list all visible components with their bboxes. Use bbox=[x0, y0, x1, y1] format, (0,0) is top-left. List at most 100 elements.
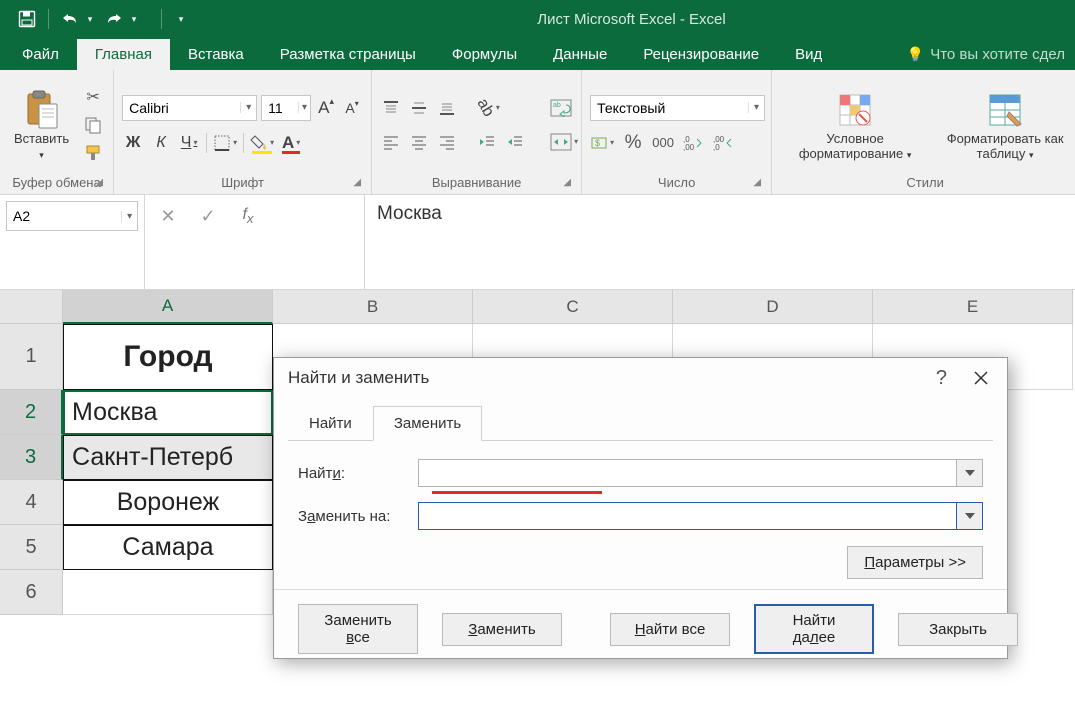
decrease-font-icon[interactable]: A▾ bbox=[341, 96, 363, 120]
find-all-button[interactable]: Найти все bbox=[610, 613, 730, 646]
find-input[interactable] bbox=[419, 460, 956, 486]
name-box[interactable]: ▾ bbox=[0, 195, 145, 289]
cell-a2[interactable]: Москва bbox=[63, 390, 273, 435]
col-header-b[interactable]: B bbox=[273, 290, 473, 324]
font-launcher-icon[interactable]: ◢ bbox=[353, 177, 361, 188]
tab-data[interactable]: Данные bbox=[535, 39, 625, 70]
chevron-down-icon[interactable]: ▾ bbox=[121, 211, 137, 222]
row-header-6[interactable]: 6 bbox=[0, 570, 63, 615]
tell-me-search[interactable]: 💡 Что вы хотите сдел bbox=[897, 39, 1075, 70]
increase-indent-icon[interactable] bbox=[504, 130, 526, 154]
chevron-down-icon[interactable]: ▾ bbox=[298, 102, 310, 113]
undo-dropdown-icon[interactable]: ▾ bbox=[83, 14, 97, 25]
tab-review[interactable]: Рецензирование bbox=[625, 39, 777, 70]
dialog-tab-find[interactable]: Найти bbox=[288, 406, 373, 441]
chevron-down-icon[interactable] bbox=[956, 503, 982, 529]
row-header-5[interactable]: 5 bbox=[0, 525, 63, 570]
font-size-input[interactable] bbox=[262, 100, 298, 116]
name-box-input[interactable] bbox=[7, 208, 121, 224]
font-size-combo[interactable]: ▾ bbox=[261, 95, 311, 121]
close-button[interactable]: Закрыть bbox=[898, 613, 1018, 646]
tab-page-layout[interactable]: Разметка страницы bbox=[262, 39, 434, 70]
title-bar: ▾ ▾ ▾ Лист Microsoft Excel - Excel bbox=[0, 0, 1075, 38]
col-header-e[interactable]: E bbox=[873, 290, 1073, 324]
wrap-text-icon[interactable]: ab bbox=[546, 96, 576, 120]
cell-a5[interactable]: Самара bbox=[63, 525, 273, 570]
orientation-icon[interactable]: ab▾ bbox=[476, 96, 500, 120]
cell-a6[interactable] bbox=[63, 570, 273, 615]
help-icon[interactable]: ? bbox=[936, 367, 947, 390]
row-header-1[interactable]: 1 bbox=[0, 324, 63, 390]
row-header-4[interactable]: 4 bbox=[0, 480, 63, 525]
row-header-2[interactable]: 2 bbox=[0, 390, 63, 435]
align-top-icon[interactable] bbox=[380, 96, 402, 120]
conditional-formatting-button[interactable]: Условное форматирование ▾ bbox=[780, 84, 930, 166]
options-button[interactable]: Параметры >> bbox=[847, 546, 983, 579]
qat-customize-icon[interactable]: ▾ bbox=[174, 14, 188, 25]
tab-home[interactable]: Главная bbox=[77, 39, 170, 70]
replace-all-button[interactable]: Заменить все bbox=[298, 604, 418, 654]
undo-icon[interactable] bbox=[55, 4, 85, 34]
align-bottom-icon[interactable] bbox=[436, 96, 458, 120]
cell-a3[interactable]: Сакнт-Петерб bbox=[63, 435, 273, 480]
chevron-down-icon[interactable]: ▾ bbox=[240, 102, 256, 113]
fx-icon[interactable]: fx bbox=[233, 201, 263, 231]
enter-formula-icon[interactable]: ✓ bbox=[193, 201, 223, 231]
align-left-icon[interactable] bbox=[380, 130, 402, 154]
col-header-c[interactable]: C bbox=[473, 290, 673, 324]
tab-formulas[interactable]: Формулы bbox=[434, 39, 535, 70]
copy-icon[interactable] bbox=[81, 113, 105, 137]
format-as-table-button[interactable]: Форматировать как таблицу ▾ bbox=[940, 84, 1070, 166]
borders-icon[interactable]: ▾ bbox=[213, 131, 237, 155]
cancel-formula-icon[interactable]: ✕ bbox=[153, 201, 183, 231]
font-name-combo[interactable]: ▾ bbox=[122, 95, 257, 121]
col-header-a[interactable]: A bbox=[63, 290, 273, 324]
chevron-down-icon[interactable]: ▾ bbox=[748, 102, 764, 113]
fill-color-icon[interactable]: ▾ bbox=[250, 131, 274, 155]
align-right-icon[interactable] bbox=[436, 130, 458, 154]
cell-a4[interactable]: Воронеж bbox=[63, 480, 273, 525]
chevron-down-icon[interactable] bbox=[956, 460, 982, 486]
replace-input[interactable] bbox=[419, 503, 956, 529]
tab-file[interactable]: Файл bbox=[4, 39, 77, 70]
dialog-tab-replace[interactable]: Заменить bbox=[373, 406, 482, 441]
format-painter-icon[interactable] bbox=[81, 141, 105, 165]
align-center-icon[interactable] bbox=[408, 130, 430, 154]
font-color-icon[interactable]: А ▾ bbox=[280, 131, 302, 155]
redo-dropdown-icon[interactable]: ▾ bbox=[127, 14, 141, 25]
close-icon[interactable] bbox=[969, 366, 993, 390]
find-next-button[interactable]: Найти далее bbox=[754, 604, 874, 654]
clipboard-launcher-icon[interactable]: ◢ bbox=[95, 177, 103, 188]
merge-cells-icon[interactable]: ▾ bbox=[546, 130, 582, 154]
bold-button[interactable]: Ж bbox=[122, 131, 144, 155]
replace-button[interactable]: Заменить bbox=[442, 613, 562, 646]
comma-format-icon[interactable]: 000 bbox=[652, 131, 674, 155]
redo-icon[interactable] bbox=[99, 4, 129, 34]
percent-format-icon[interactable]: % bbox=[622, 131, 644, 155]
replace-combo[interactable] bbox=[418, 502, 983, 530]
number-format-combo[interactable]: ▾ bbox=[590, 95, 765, 121]
align-middle-icon[interactable] bbox=[408, 96, 430, 120]
decrease-decimal-icon[interactable]: ,00,0 bbox=[712, 131, 734, 155]
tab-insert[interactable]: Вставка bbox=[170, 39, 262, 70]
italic-button[interactable]: К bbox=[150, 131, 172, 155]
number-launcher-icon[interactable]: ◢ bbox=[753, 177, 761, 188]
col-header-d[interactable]: D bbox=[673, 290, 873, 324]
cut-icon[interactable]: ✂ bbox=[81, 85, 105, 109]
increase-font-icon[interactable]: A▴ bbox=[315, 96, 337, 120]
paste-button[interactable]: Вставить▾ bbox=[8, 84, 75, 166]
cell-a1[interactable]: Город bbox=[63, 324, 273, 390]
decrease-indent-icon[interactable] bbox=[476, 130, 498, 154]
save-icon[interactable] bbox=[12, 4, 42, 34]
find-combo[interactable] bbox=[418, 459, 983, 487]
formula-input[interactable]: Москва bbox=[365, 195, 1075, 289]
tab-view[interactable]: Вид bbox=[777, 39, 840, 70]
font-name-input[interactable] bbox=[123, 100, 240, 116]
underline-button[interactable]: Ч▾ bbox=[178, 131, 200, 155]
row-header-3[interactable]: 3 bbox=[0, 435, 63, 480]
accounting-format-icon[interactable]: $▾ bbox=[590, 131, 614, 155]
number-format-input[interactable] bbox=[591, 100, 748, 116]
select-all-corner[interactable] bbox=[0, 290, 63, 324]
alignment-launcher-icon[interactable]: ◢ bbox=[563, 177, 571, 188]
increase-decimal-icon[interactable]: ,0,00 bbox=[682, 131, 704, 155]
